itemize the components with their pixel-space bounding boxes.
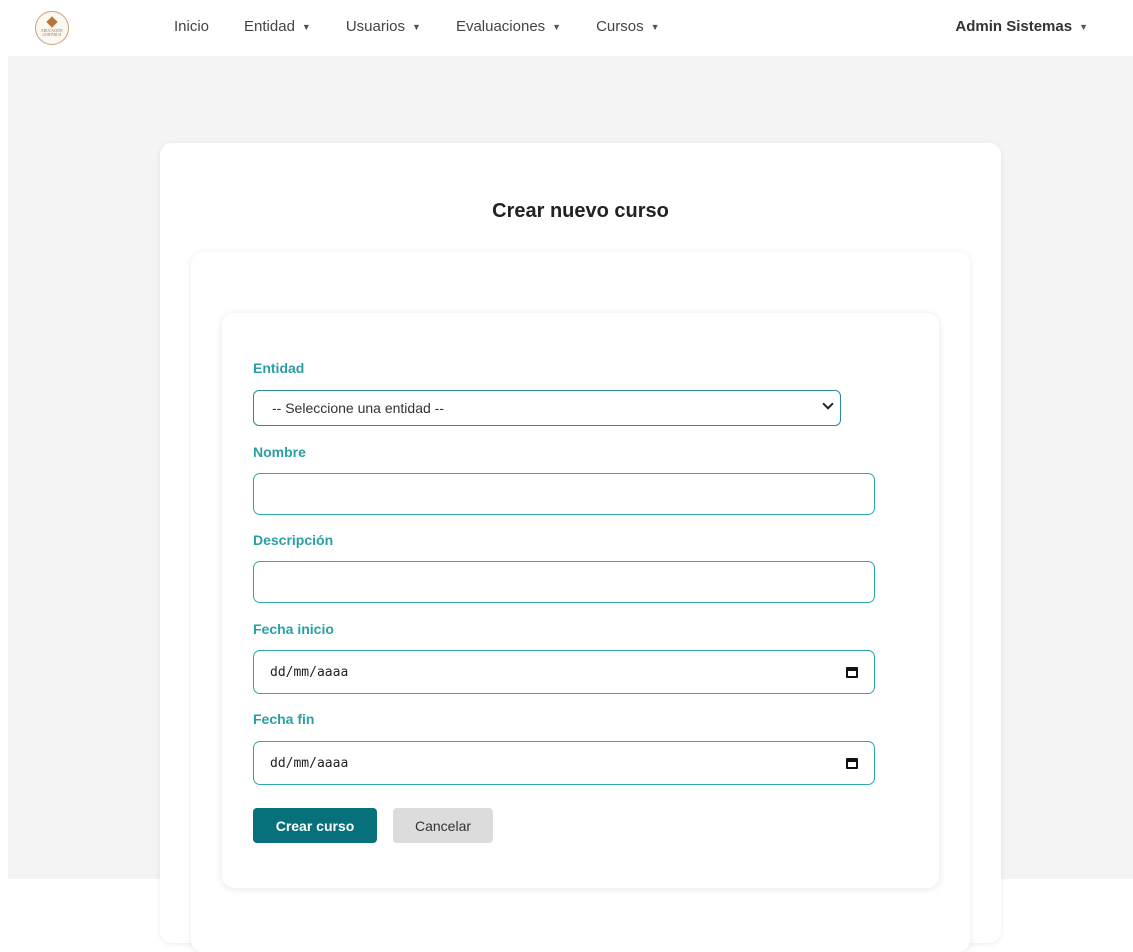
nav-item-label: Cursos — [596, 18, 644, 35]
user-menu[interactable]: Admin Sistemas ▼ — [955, 18, 1088, 35]
page-card: Crear nuevo curso Entidad -- Seleccione … — [160, 143, 1001, 952]
fecha-inicio-input[interactable]: dd/mm/aaaa — [253, 650, 875, 694]
caret-down-icon: ▼ — [552, 21, 562, 32]
fecha-fin-label: Fecha fin — [253, 711, 315, 727]
cancel-button[interactable]: Cancelar — [393, 808, 493, 843]
entidad-select[interactable]: -- Seleccione una entidad -- — [253, 390, 841, 426]
chevron-down-icon — [822, 398, 834, 410]
caret-down-icon: ▼ — [301, 21, 311, 32]
nav-item-evaluaciones[interactable]: Evaluaciones ▼ — [456, 18, 561, 35]
fecha-inicio-placeholder: dd/mm/aaaa — [270, 664, 349, 680]
fecha-fin-input[interactable]: dd/mm/aaaa — [253, 741, 875, 785]
caret-down-icon: ▼ — [412, 21, 421, 32]
nav-item-usuarios[interactable]: Usuarios ▼ — [346, 18, 421, 35]
fecha-fin-placeholder: dd/mm/aaaa — [270, 755, 349, 771]
main-nav: Inicio Entidad ▼ Usuarios ▼ Evaluaciones… — [174, 18, 695, 35]
brand-logo[interactable]: EDUCACIÓN CONTINUA — [35, 11, 69, 45]
create-course-button[interactable]: Crear curso — [253, 808, 377, 843]
main-content: Crear nuevo curso Entidad -- Seleccione … — [8, 56, 1133, 952]
nav-item-label: Inicio — [174, 18, 210, 35]
nav-item-label: Entidad — [244, 18, 295, 35]
create-course-form: Entidad -- Seleccione una entidad -- Nom… — [222, 313, 939, 888]
nombre-label: Nombre — [253, 444, 306, 460]
caret-down-icon: ▼ — [1079, 21, 1088, 32]
nav-item-cursos[interactable]: Cursos ▼ — [596, 18, 659, 35]
fecha-inicio-label: Fecha inicio — [253, 621, 334, 637]
entidad-label: Entidad — [253, 360, 305, 376]
nav-item-label: Evaluaciones — [455, 18, 546, 35]
form-container: Entidad -- Seleccione una entidad -- Nom… — [191, 252, 970, 952]
logo-text: EDUCACIÓN CONTINUA — [41, 29, 63, 37]
calendar-icon[interactable] — [846, 667, 858, 678]
entidad-selected-value: -- Seleccione una entidad -- — [272, 400, 444, 416]
nav-item-entidad[interactable]: Entidad ▼ — [244, 18, 311, 35]
nav-item-inicio[interactable]: Inicio — [174, 18, 209, 35]
nombre-input[interactable] — [253, 473, 875, 515]
descripcion-label: Descripción — [253, 532, 334, 548]
nav-item-label: Usuarios — [345, 18, 406, 35]
caret-down-icon: ▼ — [650, 21, 660, 32]
logo-diamond-icon — [46, 16, 58, 28]
descripcion-input[interactable] — [253, 561, 875, 603]
user-name: Admin Sistemas — [955, 18, 1073, 35]
top-navbar: EDUCACIÓN CONTINUA Inicio Entidad ▼ Usua… — [0, 0, 1133, 56]
calendar-icon[interactable] — [846, 758, 858, 769]
page-title: Crear nuevo curso — [492, 200, 669, 222]
